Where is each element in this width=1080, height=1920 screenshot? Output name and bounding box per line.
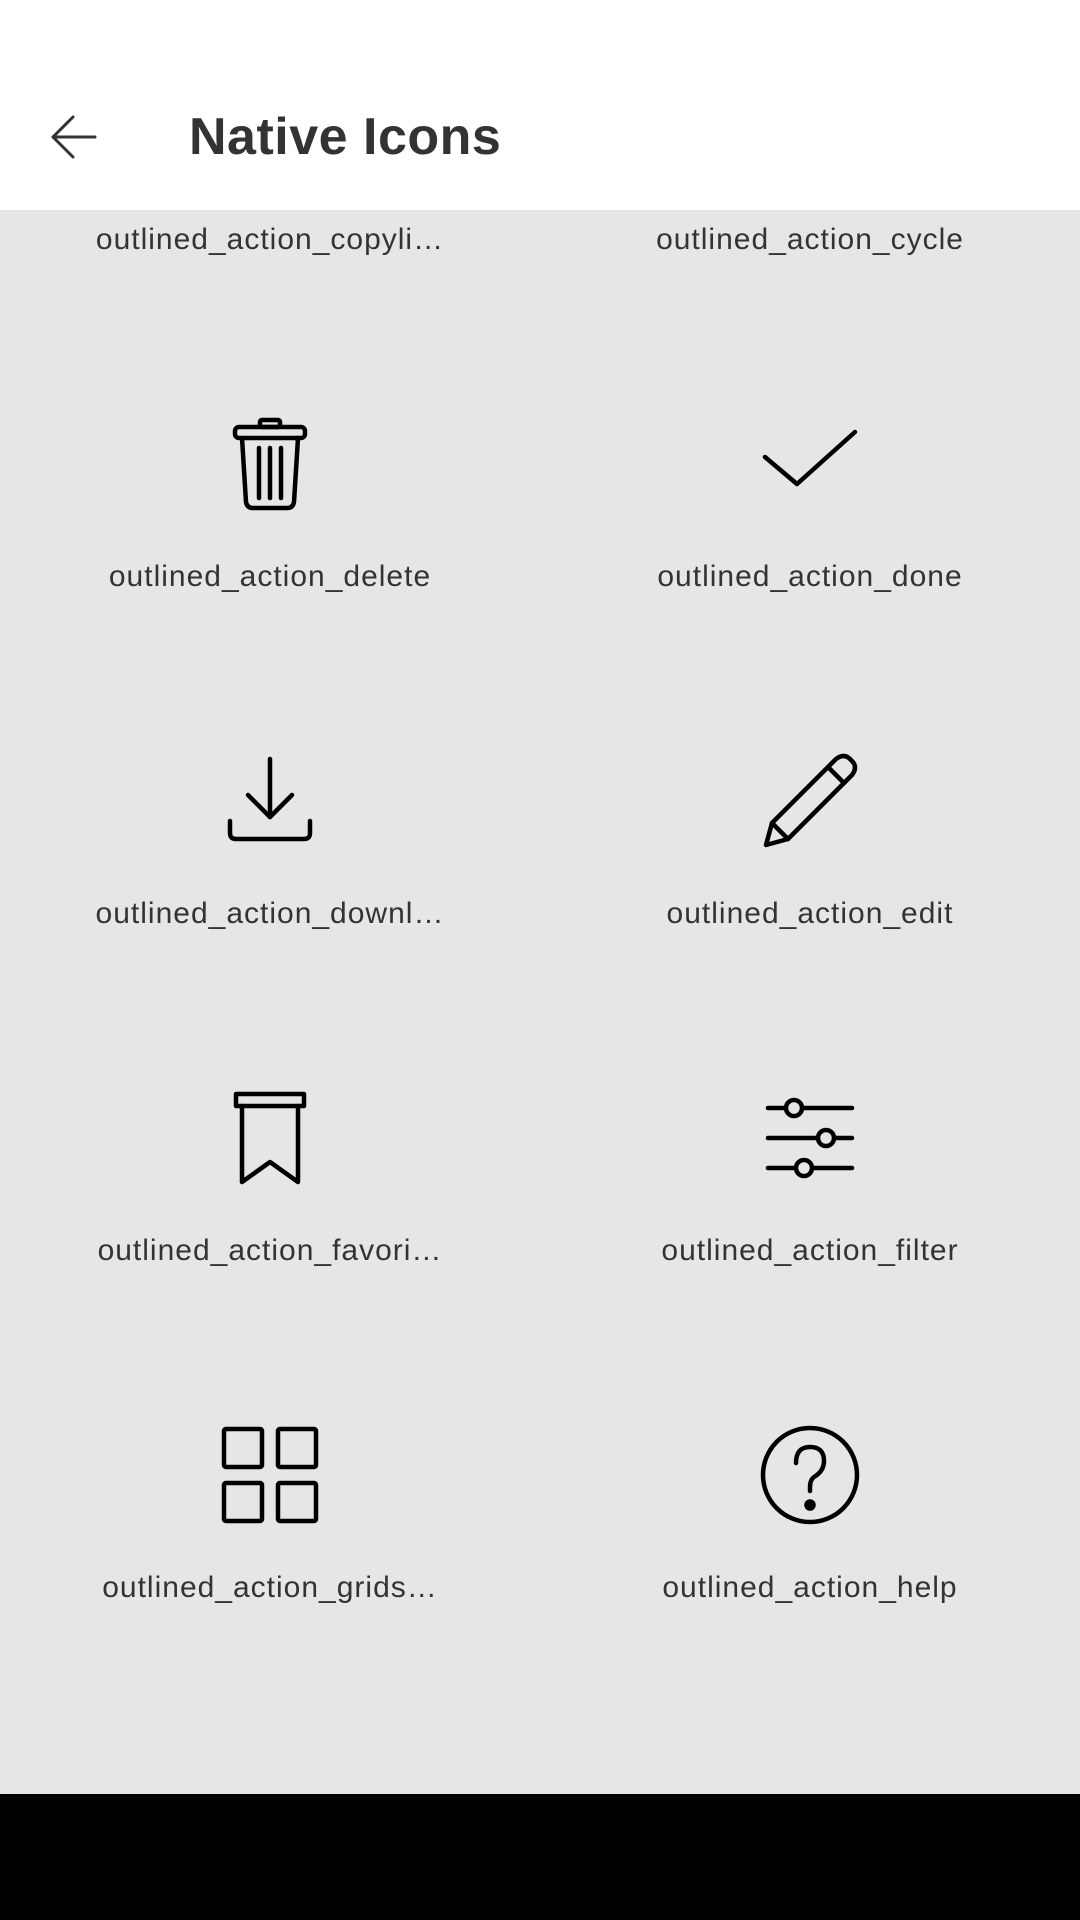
icon-label: outlined_action_copyli… xyxy=(95,223,445,256)
grid-row: outlined_action_delete outlined_action_d… xyxy=(0,324,1080,661)
icon-grid-area[interactable]: outlined_action_copyli… outlined_action_… xyxy=(0,210,1080,1794)
trash-icon xyxy=(220,414,320,514)
icon-cell-download[interactable]: outlined_action_downl… xyxy=(0,661,540,998)
icon-cell-done[interactable]: outlined_action_done xyxy=(540,324,1080,661)
icon-cell-grids[interactable]: outlined_action_grids… xyxy=(0,1335,540,1672)
icon-label: outlined_action_delete xyxy=(108,560,432,593)
check-icon xyxy=(760,414,860,514)
icon-cell-edit[interactable]: outlined_action_edit xyxy=(540,661,1080,998)
icon-label: outlined_action_done xyxy=(657,560,963,593)
grid-row: outlined_action_favori… outlined_action_… xyxy=(0,998,1080,1335)
icon-cell-delete[interactable]: outlined_action_delete xyxy=(0,324,540,661)
icon-label: outlined_action_help xyxy=(662,1571,958,1604)
icon-cell-filter[interactable]: outlined_action_filter xyxy=(540,998,1080,1335)
icon-label: outlined_action_grids… xyxy=(102,1571,438,1604)
icon-cell-cycle[interactable]: outlined_action_cycle xyxy=(540,210,1080,324)
help-circle-icon xyxy=(760,1425,860,1525)
icon-cell-favorite[interactable]: outlined_action_favori… xyxy=(0,998,540,1335)
icon-label: outlined_action_edit xyxy=(666,897,954,930)
back-button[interactable] xyxy=(28,92,118,182)
download-icon xyxy=(220,751,320,851)
icon-label: outlined_action_favori… xyxy=(97,1234,443,1267)
grid-row: outlined_action_copyli… outlined_action_… xyxy=(0,210,1080,324)
icon-cell-copyleft[interactable]: outlined_action_copyli… xyxy=(0,210,540,324)
grid-row: outlined_action_grids… outlined_action_h… xyxy=(0,1335,1080,1672)
bookmark-icon xyxy=(220,1088,320,1188)
icon-label: outlined_action_cycle xyxy=(656,223,964,256)
icon-grid: outlined_action_copyli… outlined_action_… xyxy=(0,210,1080,1672)
sliders-icon xyxy=(760,1088,860,1188)
app-bar: Native Icons xyxy=(0,0,1080,210)
pencil-icon xyxy=(760,751,860,851)
arrow-left-icon xyxy=(51,115,97,159)
icon-label: outlined_action_downl… xyxy=(95,897,445,930)
screen: outlined_action_copyli… outlined_action_… xyxy=(0,0,1080,1920)
page-title: Native Icons xyxy=(189,108,502,166)
icon-label: outlined_action_filter xyxy=(661,1234,959,1267)
grid-icon xyxy=(220,1425,320,1525)
grid-row: outlined_action_downl… outlined_action_e… xyxy=(0,661,1080,998)
icon-cell-help[interactable]: outlined_action_help xyxy=(540,1335,1080,1672)
system-navigation-bar xyxy=(0,1794,1080,1920)
